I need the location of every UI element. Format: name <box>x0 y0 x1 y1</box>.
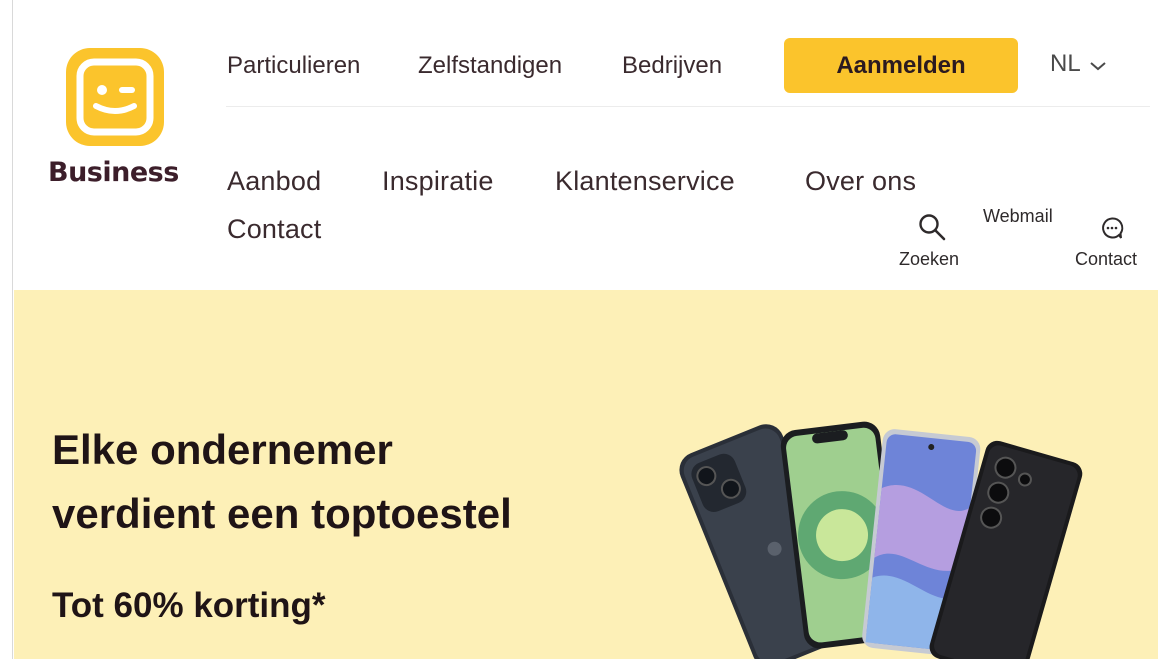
page: Business Particulieren Zelfstandigen Bed… <box>0 0 1158 659</box>
hero-title-line1: Elke ondernemer <box>52 426 393 473</box>
login-button[interactable]: Aanmelden <box>784 38 1018 93</box>
hero-title: Elke ondernemer verdient een toptoestel <box>52 418 612 546</box>
contact-label: Contact <box>1075 249 1138 269</box>
nav-zelfstandigen[interactable]: Zelfstandigen <box>418 52 562 80</box>
nav-bedrijven[interactable]: Bedrijven <box>622 52 722 80</box>
nav-inspiratie[interactable]: Inspiratie <box>382 166 494 197</box>
search-label: Zoeken <box>899 249 960 269</box>
language-selector[interactable]: NL <box>1050 50 1107 78</box>
hero-banner: Elke ondernemer verdient een toptoestel … <box>14 290 1158 659</box>
chat-bubble-icon <box>1102 217 1124 239</box>
phones-image <box>679 421 1083 659</box>
language-label: NL <box>1050 50 1081 77</box>
hero-title-line2: verdient een toptoestel <box>52 490 512 537</box>
nav-divider <box>226 106 1150 107</box>
nav-aanbod[interactable]: Aanbod <box>227 166 321 197</box>
nav-over-ons[interactable]: Over ons <box>805 166 916 197</box>
webmail-link[interactable]: Webmail <box>983 206 1053 227</box>
nav-contact[interactable]: Contact <box>227 214 321 245</box>
hero-discount: Tot 60% korting* <box>52 586 326 625</box>
nav-particulieren[interactable]: Particulieren <box>227 52 360 80</box>
logo-label: Business <box>48 157 179 188</box>
smiley-logo-icon <box>66 48 164 146</box>
search-icon <box>919 214 946 241</box>
left-border <box>12 0 13 659</box>
nav-klantenservice[interactable]: Klantenservice <box>555 166 735 197</box>
chevron-down-icon <box>1090 62 1106 71</box>
